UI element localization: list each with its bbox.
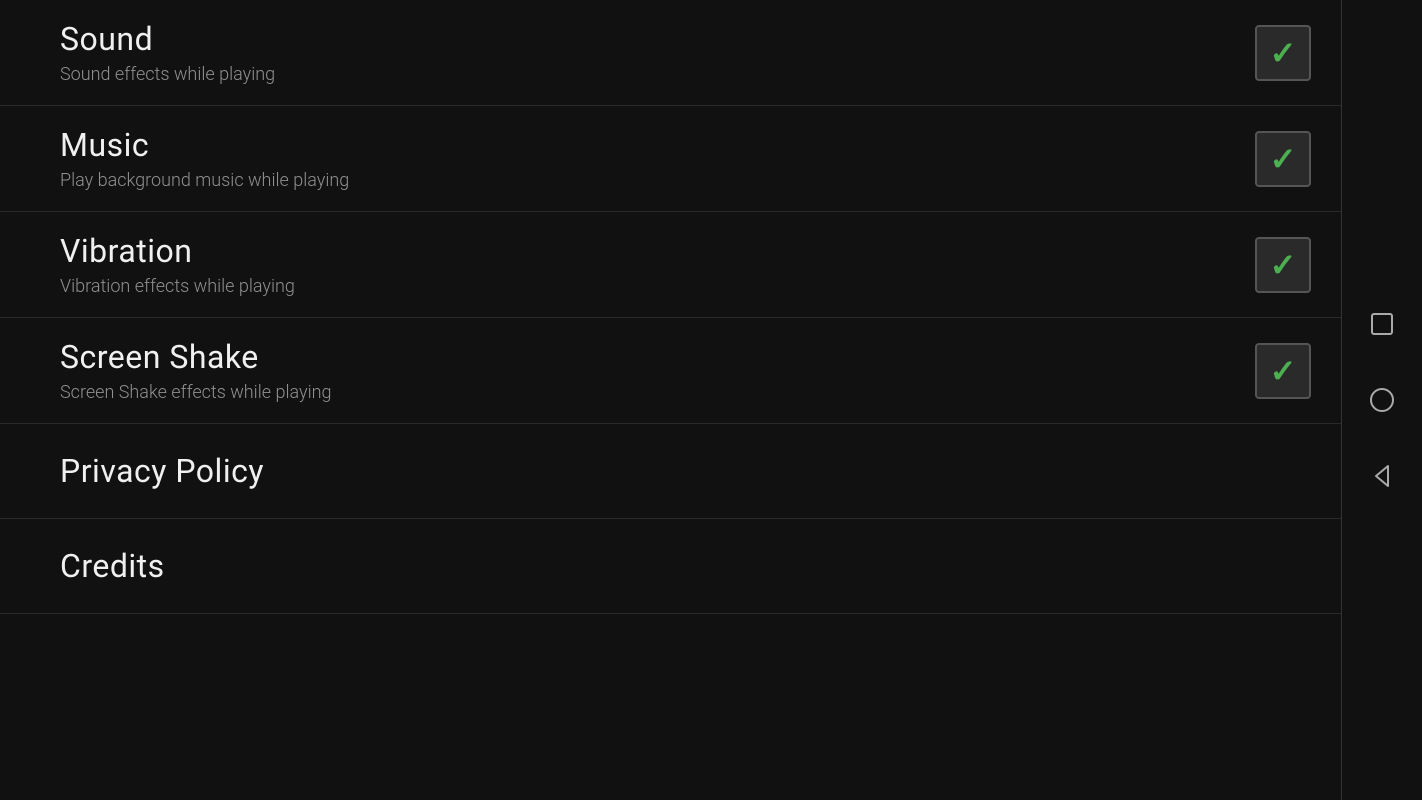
sound-subtitle: Sound effects while playing	[60, 64, 275, 85]
music-subtitle: Play background music while playing	[60, 170, 349, 191]
vibration-checkbox[interactable]: ✓	[1255, 237, 1311, 293]
screen-shake-checkmark-icon: ✓	[1270, 355, 1297, 387]
vibration-text-group: Vibration Vibration effects while playin…	[60, 232, 295, 297]
sound-title: Sound	[60, 20, 275, 58]
screen-shake-setting-item[interactable]: Screen Shake Screen Shake effects while …	[0, 318, 1341, 424]
sound-checkmark-icon: ✓	[1270, 37, 1297, 69]
sound-checkbox[interactable]: ✓	[1255, 25, 1311, 81]
vibration-checkmark-icon: ✓	[1270, 249, 1297, 281]
music-text-group: Music Play background music while playin…	[60, 126, 349, 191]
screen-shake-title: Screen Shake	[60, 338, 332, 376]
recent-apps-button[interactable]	[1364, 306, 1400, 342]
privacy-policy-item[interactable]: Privacy Policy	[0, 424, 1341, 519]
sound-text-group: Sound Sound effects while playing	[60, 20, 275, 85]
sound-setting-item[interactable]: Sound Sound effects while playing ✓	[0, 0, 1341, 106]
screen-shake-subtitle: Screen Shake effects while playing	[60, 382, 332, 403]
music-checkbox[interactable]: ✓	[1255, 131, 1311, 187]
vibration-title: Vibration	[60, 232, 295, 270]
back-button[interactable]	[1364, 458, 1400, 494]
music-checkmark-icon: ✓	[1270, 143, 1297, 175]
credits-item[interactable]: Credits	[0, 519, 1341, 614]
screen-shake-checkbox[interactable]: ✓	[1255, 343, 1311, 399]
vibration-setting-item[interactable]: Vibration Vibration effects while playin…	[0, 212, 1341, 318]
android-nav-bar	[1342, 0, 1422, 800]
settings-list: Sound Sound effects while playing ✓ Musi…	[0, 0, 1342, 800]
home-button[interactable]	[1364, 382, 1400, 418]
vibration-subtitle: Vibration effects while playing	[60, 276, 295, 297]
credits-title: Credits	[60, 547, 165, 585]
music-title: Music	[60, 126, 349, 164]
music-setting-item[interactable]: Music Play background music while playin…	[0, 106, 1341, 212]
privacy-policy-title: Privacy Policy	[60, 452, 264, 490]
screen-shake-text-group: Screen Shake Screen Shake effects while …	[60, 338, 332, 403]
